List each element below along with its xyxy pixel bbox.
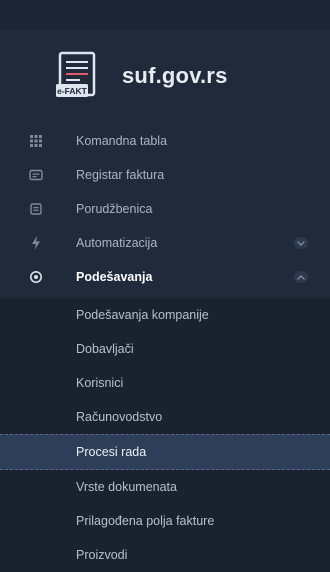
main-nav: Komandna tabla Registar faktura Porudžbe… [0, 124, 330, 572]
chevron-down-icon[interactable] [294, 237, 308, 249]
submenu-item-label: Korisnici [76, 376, 124, 390]
nav-item-label: Podešavanja [76, 270, 153, 284]
order-icon [28, 201, 44, 217]
nav-item-registar-faktura[interactable]: Registar faktura [0, 158, 330, 192]
submenu-item-label: Podešavanja kompanije [76, 308, 209, 322]
logo-caption: e-FAKT [57, 86, 88, 96]
submenu-item-label: Procesi rada [76, 445, 147, 459]
nav-item-label: Automatizacija [76, 236, 158, 250]
automation-icon [28, 235, 44, 251]
submenu-item-label: Proizvodi [76, 548, 128, 562]
submenu-item-proizvodi[interactable]: Proizvodi [0, 538, 330, 572]
top-strip [0, 0, 330, 30]
e-invoice-logo: e-FAKT [54, 51, 112, 101]
nav-item-automatizacija[interactable]: Automatizacija [0, 226, 330, 260]
nav-item-label: Komandna tabla [76, 134, 168, 148]
sidebar: e-FAKT suf.gov.rs Komandna tabla Regista… [0, 0, 330, 572]
submenu-item-procesi-rada[interactable]: Procesi rada [0, 434, 330, 470]
nav-item-podesavanja[interactable]: Podešavanja [0, 260, 330, 294]
brand[interactable]: e-FAKT suf.gov.rs [54, 48, 228, 104]
submenu-item-label: Dobavljači [76, 342, 134, 356]
settings-icon [28, 269, 44, 285]
grid-icon [28, 133, 44, 149]
submenu-item-prilagodjena-polja-fakture[interactable]: Prilagođena polja fakture [0, 504, 330, 538]
submenu-item-vrste-dokumenata[interactable]: Vrste dokumenata [0, 470, 330, 504]
invoice-register-icon [28, 167, 44, 183]
brand-name: suf.gov.rs [122, 63, 228, 88]
submenu-item-label: Vrste dokumenata [76, 480, 177, 494]
submenu-item-dobavljaci[interactable]: Dobavljači [0, 332, 330, 366]
submenu-item-label: Računovodstvo [76, 410, 163, 424]
nav-item-label: Registar faktura [76, 168, 165, 182]
submenu-item-podesavanja-kompanije[interactable]: Podešavanja kompanije [0, 298, 330, 332]
submenu-item-korisnici[interactable]: Korisnici [0, 366, 330, 400]
nav-item-porudzbenica[interactable]: Porudžbenica [0, 192, 330, 226]
nav-item-komandna-tabla[interactable]: Komandna tabla [0, 124, 330, 158]
submenu-item-racunovodstvo[interactable]: Računovodstvo [0, 400, 330, 434]
submenu-item-label: Prilagođena polja fakture [76, 514, 215, 528]
chevron-up-icon[interactable] [294, 271, 308, 283]
settings-submenu: Podešavanja kompanije Dobavljači Korisni… [0, 298, 330, 572]
nav-item-label: Porudžbenica [76, 202, 153, 216]
